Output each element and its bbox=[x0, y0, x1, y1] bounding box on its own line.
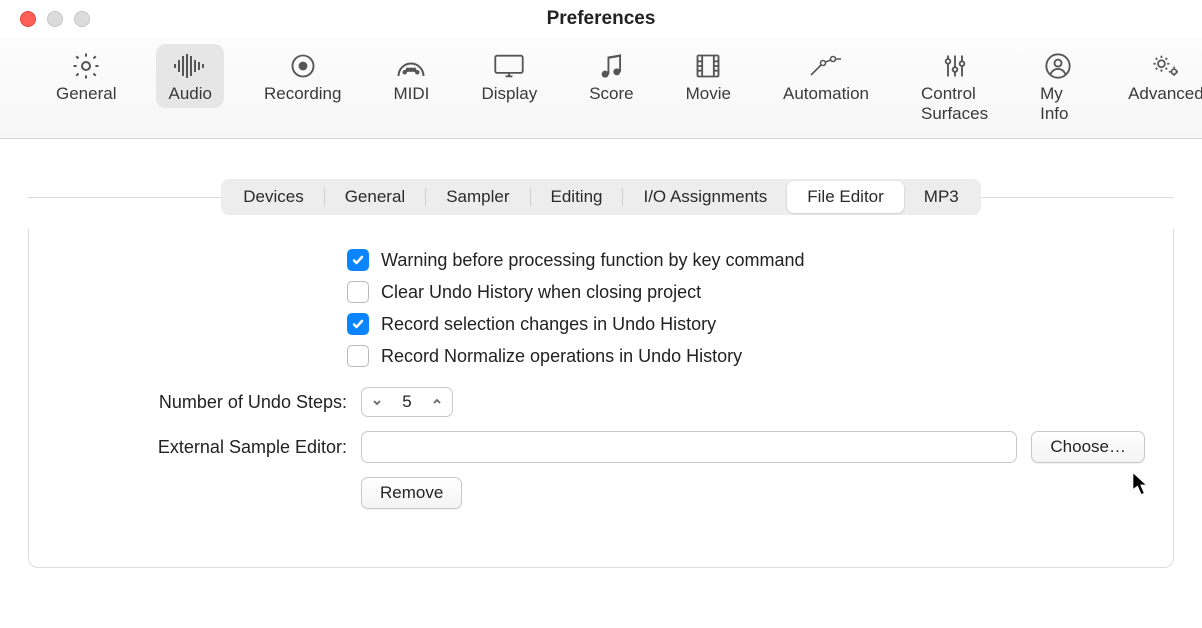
content-area: Devices General Sampler Editing I/O Assi… bbox=[0, 139, 1202, 628]
toolbar-score[interactable]: Score bbox=[577, 44, 645, 108]
titlebar: Preferences bbox=[0, 0, 1202, 38]
prefs-toolbar: General Audio Recording MIDI Display Sco… bbox=[0, 38, 1202, 139]
external-editor-label: External Sample Editor: bbox=[113, 437, 347, 458]
midi-port-icon bbox=[393, 50, 429, 82]
undo-steps-stepper[interactable]: 5 bbox=[361, 387, 453, 417]
checkbox[interactable] bbox=[347, 249, 369, 271]
toolbar-advanced[interactable]: Advanced bbox=[1116, 44, 1202, 108]
toolbar-midi[interactable]: MIDI bbox=[381, 44, 441, 108]
film-icon bbox=[690, 50, 726, 82]
toolbar-item-label: Advanced bbox=[1128, 84, 1202, 104]
stepper-decrement[interactable] bbox=[362, 395, 392, 410]
external-editor-row: External Sample Editor: Choose… bbox=[113, 431, 1145, 463]
gear-icon bbox=[68, 50, 104, 82]
option-clear-undo-close[interactable]: Clear Undo History when closing project bbox=[347, 281, 1145, 303]
option-label: Record selection changes in Undo History bbox=[381, 314, 716, 335]
automation-icon bbox=[808, 50, 844, 82]
option-record-normalize-undo[interactable]: Record Normalize operations in Undo Hist… bbox=[347, 345, 1145, 367]
toolbar-item-label: Movie bbox=[686, 84, 731, 104]
undo-steps-label: Number of Undo Steps: bbox=[113, 392, 347, 413]
sliders-icon bbox=[937, 50, 973, 82]
undo-steps-row: Number of Undo Steps: 5 bbox=[113, 387, 1145, 417]
audio-subtabs: Devices General Sampler Editing I/O Assi… bbox=[28, 179, 1174, 215]
person-circle-icon bbox=[1040, 50, 1076, 82]
subtab-sampler[interactable]: Sampler bbox=[426, 181, 529, 213]
record-icon bbox=[285, 50, 321, 82]
option-record-selection-undo[interactable]: Record selection changes in Undo History bbox=[347, 313, 1145, 335]
toolbar-item-label: My Info bbox=[1040, 84, 1076, 124]
toolbar-item-label: Recording bbox=[264, 84, 342, 104]
choose-button[interactable]: Choose… bbox=[1031, 431, 1145, 463]
subtab-editing[interactable]: Editing bbox=[531, 181, 623, 213]
toolbar-item-label: Score bbox=[589, 84, 633, 104]
options-list: Warning before processing function by ke… bbox=[347, 249, 1145, 367]
waveform-icon bbox=[172, 50, 208, 82]
toolbar-my-info[interactable]: My Info bbox=[1028, 44, 1088, 128]
toolbar-item-label: General bbox=[56, 84, 116, 104]
external-editor-field[interactable] bbox=[361, 431, 1017, 463]
option-label: Clear Undo History when closing project bbox=[381, 282, 701, 303]
checkbox[interactable] bbox=[347, 281, 369, 303]
display-icon bbox=[491, 50, 527, 82]
gears-icon bbox=[1148, 50, 1184, 82]
undo-steps-value: 5 bbox=[392, 392, 422, 412]
subtab-file-editor[interactable]: File Editor bbox=[787, 181, 904, 213]
option-label: Record Normalize operations in Undo Hist… bbox=[381, 346, 742, 367]
toolbar-item-label: Automation bbox=[783, 84, 869, 104]
toolbar-item-label: Display bbox=[481, 84, 537, 104]
subtab-io-assignments[interactable]: I/O Assignments bbox=[623, 181, 787, 213]
toolbar-recording[interactable]: Recording bbox=[252, 44, 354, 108]
toolbar-item-label: MIDI bbox=[394, 84, 430, 104]
option-warning-processing[interactable]: Warning before processing function by ke… bbox=[347, 249, 1145, 271]
toolbar-audio[interactable]: Audio bbox=[156, 44, 223, 108]
remove-button[interactable]: Remove bbox=[361, 477, 462, 509]
option-label: Warning before processing function by ke… bbox=[381, 250, 805, 271]
toolbar-control-surfaces[interactable]: Control Surfaces bbox=[909, 44, 1000, 128]
checkbox[interactable] bbox=[347, 313, 369, 335]
music-notes-icon bbox=[593, 50, 629, 82]
external-editor-remove-row: Remove bbox=[113, 477, 1145, 509]
toolbar-item-label: Audio bbox=[168, 84, 211, 104]
window-title: Preferences bbox=[0, 8, 1202, 30]
stepper-increment[interactable] bbox=[422, 395, 452, 410]
toolbar-movie[interactable]: Movie bbox=[674, 44, 743, 108]
checkbox[interactable] bbox=[347, 345, 369, 367]
toolbar-display[interactable]: Display bbox=[469, 44, 549, 108]
toolbar-item-label: Control Surfaces bbox=[921, 84, 988, 124]
toolbar-automation[interactable]: Automation bbox=[771, 44, 881, 108]
subtab-general[interactable]: General bbox=[325, 181, 425, 213]
toolbar-general[interactable]: General bbox=[44, 44, 128, 108]
file-editor-panel: Warning before processing function by ke… bbox=[28, 229, 1174, 568]
subtab-devices[interactable]: Devices bbox=[223, 181, 323, 213]
subtab-mp3[interactable]: MP3 bbox=[904, 181, 979, 213]
